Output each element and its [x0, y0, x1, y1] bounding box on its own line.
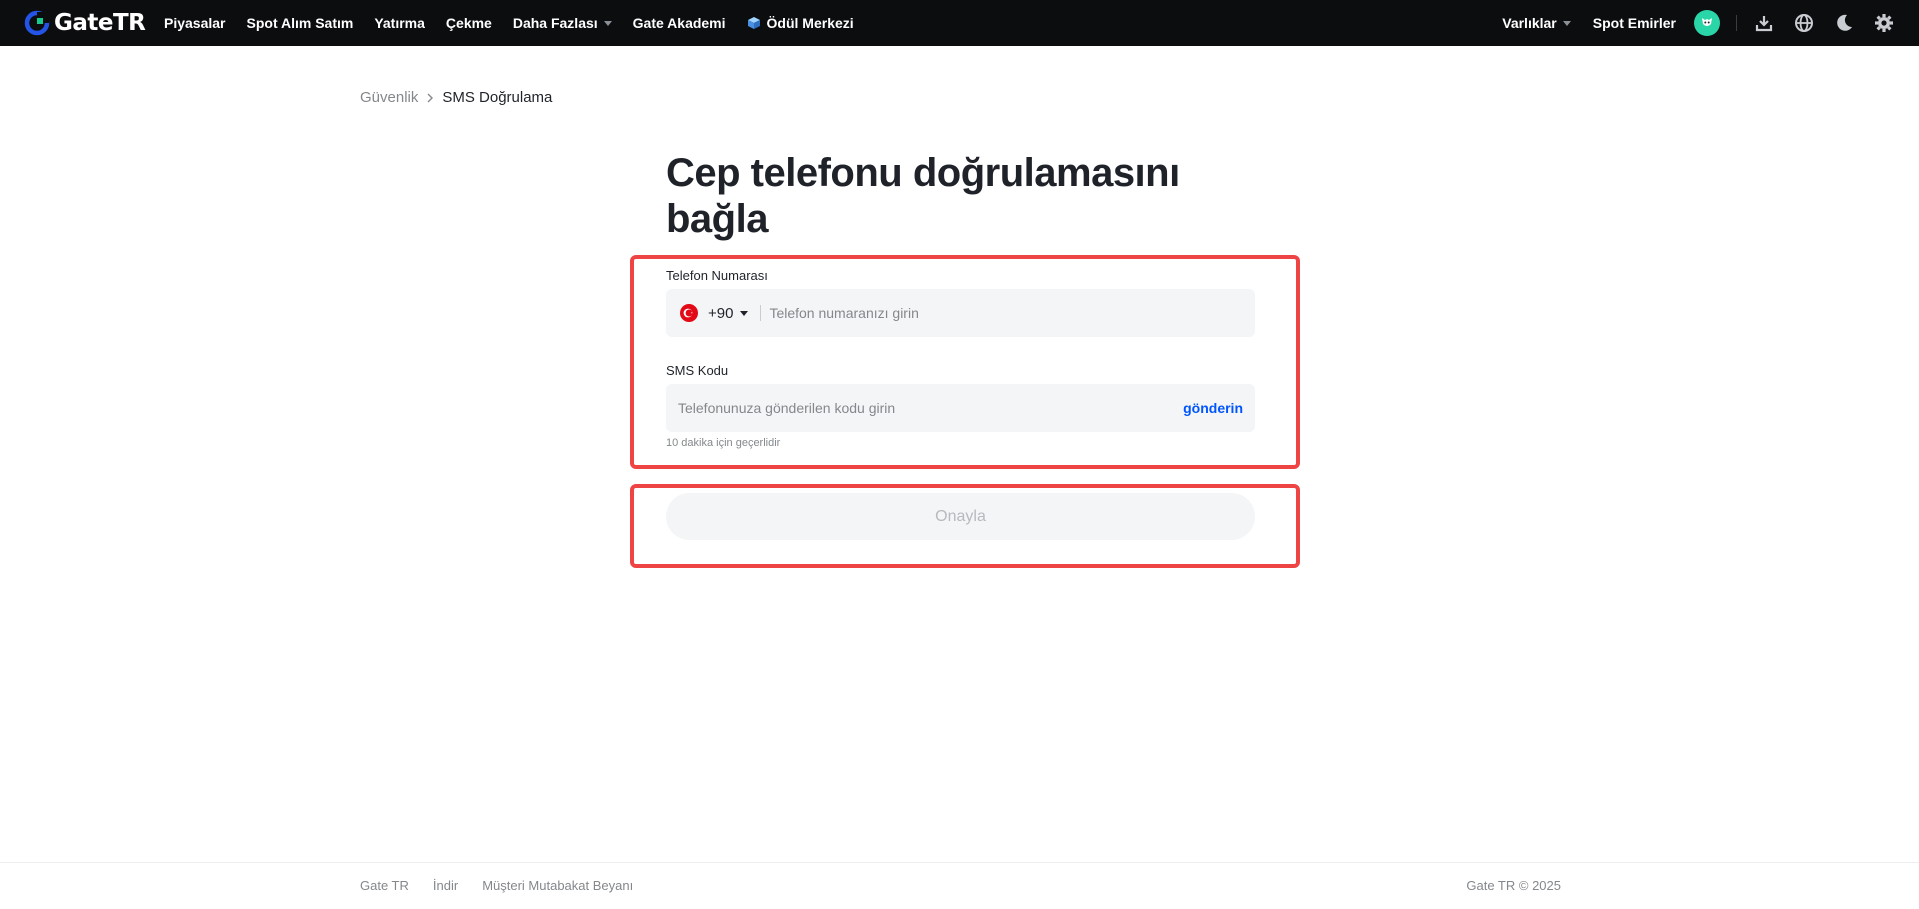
nav-label: Piyasalar: [164, 15, 226, 31]
page-title: Cep telefonu doğrulamasını bağla: [666, 150, 1226, 242]
nav-label: Ödül Merkezi: [766, 15, 854, 31]
footer-divider: [0, 862, 1919, 863]
logo-icon: [24, 10, 50, 36]
copyright: Gate TR © 2025: [1466, 878, 1561, 893]
footer-link-customer-agreement[interactable]: Müşteri Mutabakat Beyanı: [482, 878, 633, 893]
breadcrumb-security-link[interactable]: Güvenlik: [360, 89, 418, 106]
brand-name: GateTR: [54, 10, 146, 36]
country-code-selector[interactable]: +90: [698, 304, 749, 322]
footer-link-gate-tr[interactable]: Gate TR: [360, 878, 409, 893]
breadcrumb-current: SMS Doğrulama: [442, 89, 553, 106]
nav-label: Çekme: [445, 15, 492, 31]
moon-icon[interactable]: [1833, 12, 1855, 34]
caret-down-icon: [603, 20, 612, 26]
user-menu: Varlıklar Spot Emirler: [1502, 0, 1919, 46]
title-line-2: bağla: [666, 197, 768, 241]
breadcrumb: Güvenlik SMS Doğrulama: [360, 89, 552, 106]
chevron-right-icon: [424, 92, 436, 104]
sms-code-field: Telefonunuza gönderilen kodu girin gönde…: [666, 384, 1255, 432]
phone-label: Telefon Numarası: [666, 268, 768, 283]
sms-code-label: SMS Kodu: [666, 363, 729, 378]
user-avatar-icon: [1702, 18, 1712, 26]
phone-input[interactable]: Telefon numaranızı girin: [769, 305, 1255, 321]
nav-item-rewards[interactable]: Ödül Merkezi: [747, 15, 854, 31]
country-code: +90: [708, 304, 734, 322]
nav-label: Yatırma: [374, 15, 425, 31]
caret-down-icon: [1562, 20, 1571, 26]
globe-icon[interactable]: [1793, 12, 1815, 34]
nav-item-withdraw[interactable]: Çekme: [446, 15, 492, 31]
turkey-flag-icon: [680, 304, 698, 322]
nav-assets[interactable]: Varlıklar: [1502, 15, 1571, 31]
validity-hint: 10 dakika için geçerlidir: [666, 437, 781, 449]
gatetr-logo[interactable]: GateTR: [24, 10, 146, 36]
nav-item-more[interactable]: Daha Fazlası: [513, 15, 612, 31]
title-line-1: Cep telefonu doğrulamasını: [666, 151, 1180, 195]
caret-down-icon: [740, 310, 749, 316]
divider: [1736, 15, 1737, 31]
phone-field: +90 Telefon numaranızı girin: [666, 289, 1255, 337]
gear-icon[interactable]: [1873, 12, 1895, 34]
nav-item-deposit[interactable]: Yatırma: [374, 15, 425, 31]
nav-item-spot-trading[interactable]: Spot Alım Satım: [247, 15, 354, 31]
nav-label: Daha Fazlası: [512, 15, 598, 31]
main-menu: Piyasalar Spot Alım Satım Yatırma Çekme …: [164, 0, 875, 46]
input-divider: [760, 305, 762, 321]
avatar[interactable]: [1694, 10, 1720, 36]
nav-spot-orders[interactable]: Spot Emirler: [1593, 15, 1676, 31]
nav-label: Varlıklar: [1502, 15, 1557, 31]
nav-label: Spot Emirler: [1592, 15, 1676, 31]
top-navigation: GateTR Piyasalar Spot Alım Satım Yatırma…: [0, 0, 1919, 46]
nav-item-academy[interactable]: Gate Akademi: [633, 15, 726, 31]
send-code-button[interactable]: gönderin: [1183, 400, 1243, 416]
nav-label: Spot Alım Satım: [246, 15, 354, 31]
footer-link-download[interactable]: İndir: [433, 878, 458, 893]
nav-item-markets[interactable]: Piyasalar: [164, 15, 226, 31]
footer-links: Gate TR İndir Müşteri Mutabakat Beyanı: [360, 878, 657, 893]
nav-label: Gate Akademi: [632, 15, 726, 31]
confirm-button[interactable]: Onayla: [666, 493, 1255, 540]
cube-icon: [747, 17, 760, 29]
sms-code-input[interactable]: Telefonunuza gönderilen kodu girin: [678, 400, 1183, 416]
download-icon[interactable]: [1753, 12, 1775, 34]
